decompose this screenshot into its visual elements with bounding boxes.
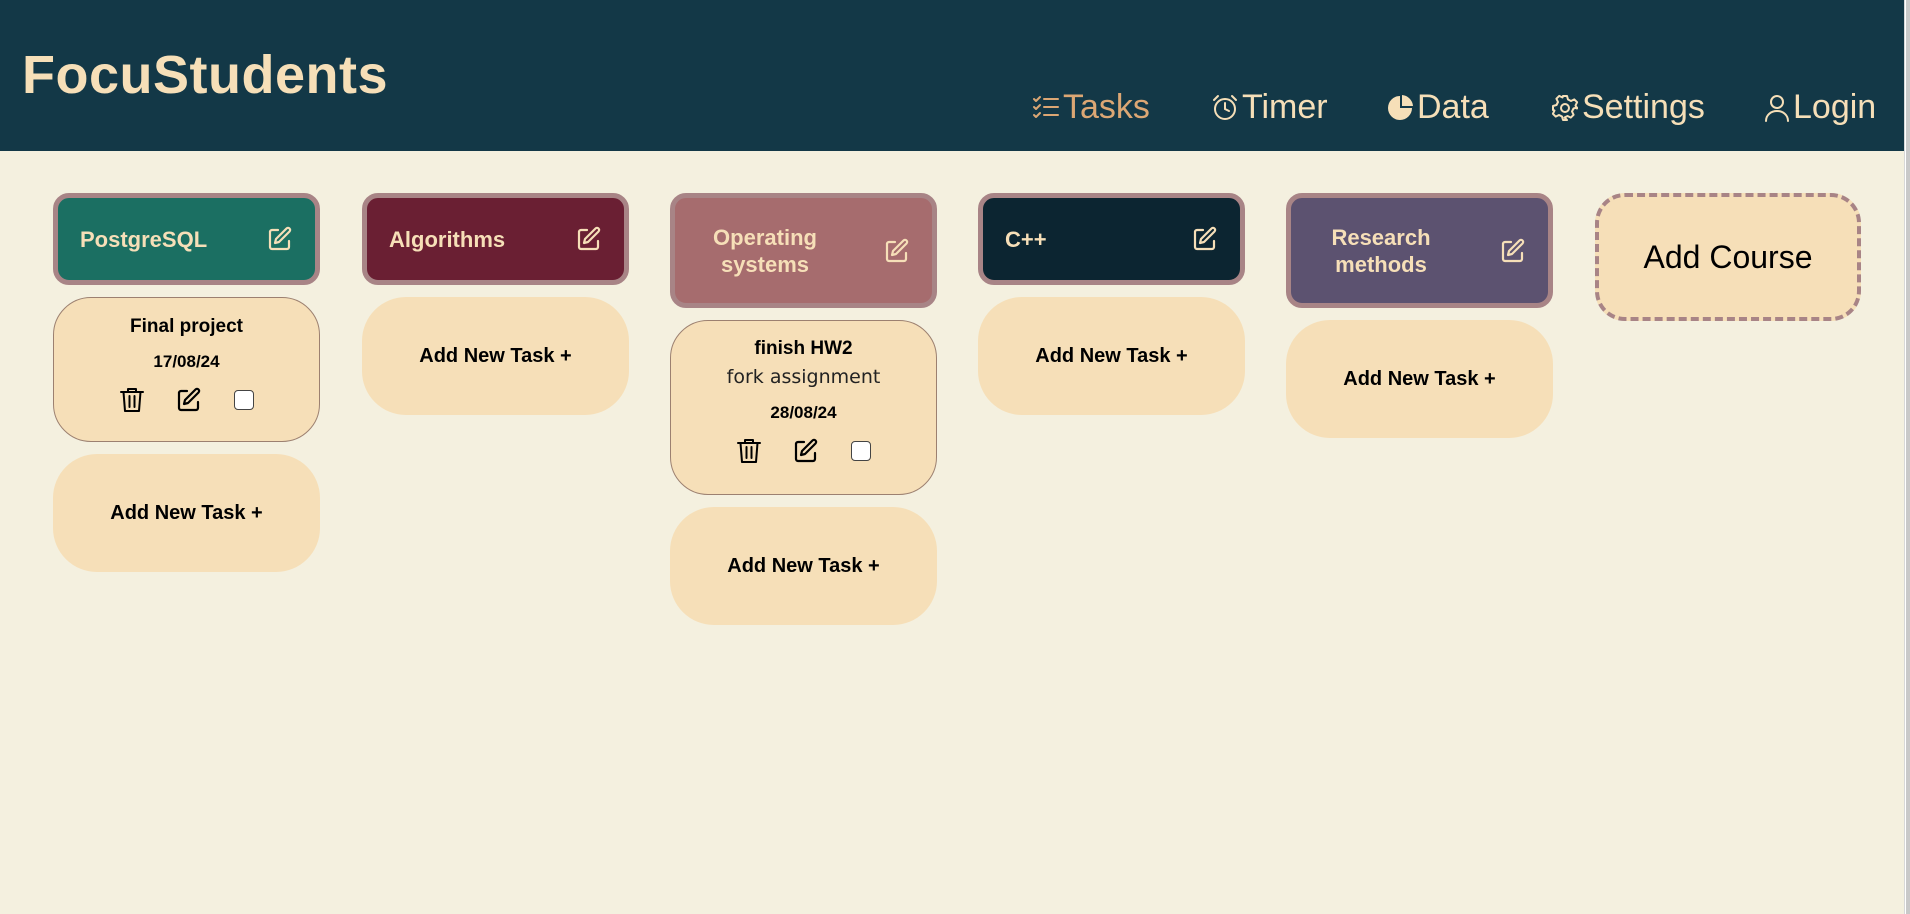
- course-column-cpp: C++ Add New Task +: [978, 193, 1245, 415]
- nav-tasks[interactable]: Tasks: [1032, 88, 1150, 127]
- task-actions: [671, 438, 936, 464]
- add-course-button[interactable]: Add Course: [1595, 193, 1861, 321]
- checklist-icon: [1032, 95, 1063, 121]
- add-new-task-button[interactable]: Add New Task +: [362, 297, 629, 415]
- edit-icon[interactable]: [793, 438, 819, 464]
- nav-settings-label: Settings: [1582, 88, 1705, 126]
- course-column-postgresql: PostgreSQL Final project 17/08/24 Add Ne…: [53, 193, 320, 572]
- add-new-task-button[interactable]: Add New Task +: [670, 507, 937, 625]
- task-title: Final project: [130, 316, 243, 337]
- scrollbar-thumb[interactable]: [1906, 0, 1910, 914]
- nav-settings[interactable]: Settings: [1551, 88, 1705, 127]
- task-title: finish HW2: [754, 338, 853, 359]
- course-name: Operating systems: [713, 224, 817, 277]
- course-header-cpp[interactable]: C++: [978, 193, 1245, 285]
- trash-icon[interactable]: [119, 387, 144, 413]
- nav-data[interactable]: Data: [1386, 88, 1489, 127]
- trash-icon[interactable]: [736, 438, 761, 464]
- add-new-task-button[interactable]: Add New Task +: [978, 297, 1245, 415]
- course-name: Algorithms: [389, 226, 506, 252]
- nav-timer[interactable]: Timer: [1211, 88, 1328, 127]
- add-new-task-button[interactable]: Add New Task +: [1286, 320, 1553, 438]
- edit-icon[interactable]: [1500, 238, 1526, 264]
- nav-tasks-label: Tasks: [1063, 88, 1150, 126]
- task-actions: [54, 387, 319, 413]
- course-header-algorithms[interactable]: Algorithms: [362, 193, 629, 285]
- edit-icon[interactable]: [576, 226, 602, 252]
- course-name: C++: [1005, 226, 1047, 252]
- course-column-research-methods: Research methods Add New Task +: [1286, 193, 1553, 438]
- nav-login[interactable]: Login: [1764, 88, 1876, 127]
- nav-login-label: Login: [1793, 88, 1877, 126]
- edit-icon[interactable]: [176, 387, 202, 413]
- nav-data-label: Data: [1417, 88, 1489, 126]
- task-complete-checkbox[interactable]: [233, 390, 254, 410]
- course-header-postgresql[interactable]: PostgreSQL: [53, 193, 320, 285]
- course-name: Research methods: [1331, 224, 1431, 277]
- task-card: Final project 17/08/24: [53, 297, 320, 442]
- top-navbar: FocuStudents Tasks Timer Data Settings L…: [0, 0, 1904, 151]
- add-new-task-button[interactable]: Add New Task +: [53, 454, 320, 572]
- gear-icon: [1551, 94, 1582, 122]
- task-card: finish HW2 fork assignment 28/08/24: [670, 320, 937, 495]
- app-logo-title[interactable]: FocuStudents: [22, 44, 388, 106]
- task-description: fork assignment: [726, 366, 881, 388]
- course-column-algorithms: Algorithms Add New Task +: [362, 193, 629, 415]
- pie-chart-icon: [1386, 94, 1417, 122]
- user-icon: [1764, 94, 1793, 122]
- edit-icon[interactable]: [1192, 226, 1218, 252]
- edit-icon[interactable]: [267, 226, 293, 252]
- course-column-operating-systems: Operating systems finish HW2 fork assign…: [670, 193, 937, 625]
- nav-timer-label: Timer: [1242, 88, 1328, 126]
- edit-icon[interactable]: [884, 238, 910, 264]
- task-complete-checkbox[interactable]: [850, 441, 871, 461]
- task-date: 28/08/24: [770, 403, 837, 422]
- alarm-clock-icon: [1211, 94, 1242, 122]
- page-scrollbar[interactable]: [1904, 0, 1910, 914]
- course-header-operating-systems[interactable]: Operating systems: [670, 193, 937, 308]
- course-name: PostgreSQL: [80, 226, 208, 252]
- task-date: 17/08/24: [153, 352, 220, 371]
- course-header-research-methods[interactable]: Research methods: [1286, 193, 1553, 308]
